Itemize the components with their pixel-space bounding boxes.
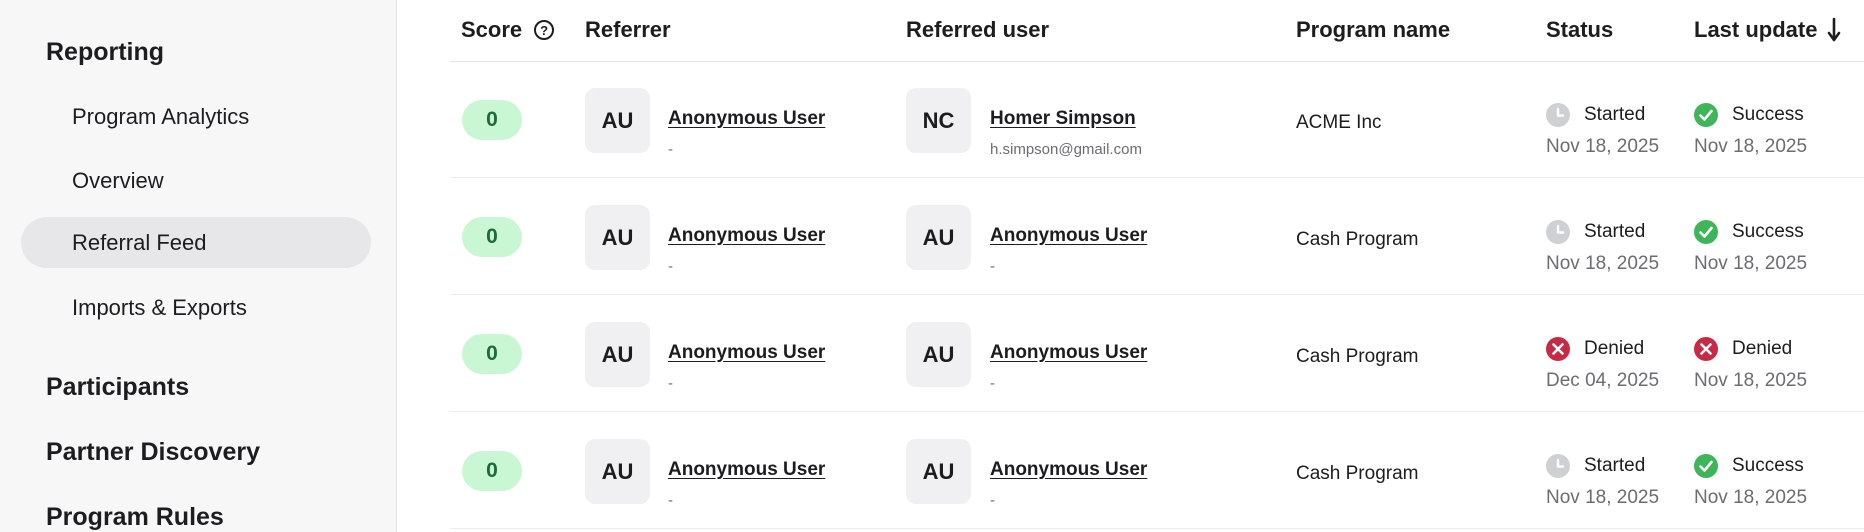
referrer-name-link[interactable]: Anonymous User: [668, 225, 825, 247]
status-label: Started: [1584, 221, 1646, 242]
program-name: Cash Program: [1296, 229, 1419, 250]
score-badge: 0: [462, 334, 522, 374]
referrer-email: -: [668, 375, 673, 392]
header-last-update-label: Last update: [1694, 17, 1818, 42]
referrer-name-link[interactable]: Anonymous User: [668, 459, 825, 481]
score-badge: 0: [462, 100, 522, 140]
header-score[interactable]: Score ?: [461, 14, 555, 46]
last-update-label: Success: [1732, 221, 1804, 242]
status-date: Nov 18, 2025: [1546, 136, 1660, 157]
sidebar: Reporting Program Analytics Overview Ref…: [0, 0, 397, 532]
x-icon: [1694, 337, 1718, 361]
header-referrer[interactable]: Referrer: [585, 14, 671, 46]
referred-name-link[interactable]: Homer Simpson: [990, 108, 1136, 130]
sidebar-item-program-analytics[interactable]: Program Analytics: [21, 91, 371, 142]
check-icon: [1694, 220, 1718, 244]
program-name: Cash Program: [1296, 463, 1419, 484]
program-name: ACME Inc: [1296, 112, 1382, 133]
header-score-label: Score: [461, 17, 523, 42]
program-name: Cash Program: [1296, 346, 1419, 367]
last-update-date: Nov 18, 2025: [1694, 370, 1808, 391]
last-update-label: Success: [1732, 455, 1804, 476]
referrer-avatar[interactable]: AU: [585, 205, 650, 270]
last-update-label: Denied: [1732, 338, 1793, 359]
referrer-name-link[interactable]: Anonymous User: [668, 108, 825, 130]
header-program-name[interactable]: Program name: [1296, 14, 1450, 46]
referred-avatar[interactable]: AU: [906, 205, 971, 270]
referrer-email: -: [668, 258, 673, 275]
table-row[interactable]: 0 AU Anonymous User - AU Anonymous User …: [450, 179, 1864, 295]
referred-avatar[interactable]: AU: [906, 322, 971, 387]
referred-name-link[interactable]: Anonymous User: [990, 225, 1147, 247]
status-label: Started: [1584, 104, 1646, 125]
header-referred-user[interactable]: Referred user: [906, 14, 1049, 46]
status-date: Nov 18, 2025: [1546, 253, 1660, 274]
referred-email: -: [990, 258, 995, 275]
referred-name-link[interactable]: Anonymous User: [990, 342, 1147, 364]
referred-email: h.simpson@gmail.com: [990, 141, 1142, 158]
last-update-date: Nov 18, 2025: [1694, 253, 1808, 274]
score-badge: 0: [462, 451, 522, 491]
referrer-avatar[interactable]: AU: [585, 88, 650, 153]
referred-name-link[interactable]: Anonymous User: [990, 459, 1147, 481]
referrer-avatar[interactable]: AU: [585, 439, 650, 504]
referred-email: -: [990, 375, 995, 392]
referrer-email: -: [668, 141, 673, 158]
x-icon: [1546, 337, 1570, 361]
header-status[interactable]: Status: [1546, 14, 1613, 46]
check-icon: [1694, 454, 1718, 478]
sidebar-item-imports-exports[interactable]: Imports & Exports: [21, 282, 371, 333]
table-row[interactable]: 0 AU Anonymous User - AU Anonymous User …: [450, 296, 1864, 412]
status-date: Dec 04, 2025: [1546, 370, 1660, 391]
sidebar-section-participants[interactable]: Participants: [46, 373, 189, 402]
referrer-name-link[interactable]: Anonymous User: [668, 342, 825, 364]
help-icon[interactable]: ?: [534, 20, 555, 40]
table-row[interactable]: 0 AU Anonymous User - AU Anonymous User …: [450, 413, 1864, 529]
last-update-label: Success: [1732, 104, 1804, 125]
score-badge: 0: [462, 217, 522, 257]
last-update-date: Nov 18, 2025: [1694, 487, 1808, 508]
last-update-date: Nov 18, 2025: [1694, 136, 1808, 157]
sidebar-item-referral-feed[interactable]: Referral Feed: [21, 217, 371, 268]
status-label: Started: [1584, 455, 1646, 476]
header-last-update[interactable]: Last update: [1694, 14, 1841, 46]
referral-feed-table: Score ? Referrer Referred user Program n…: [450, 0, 1864, 532]
sidebar-item-overview[interactable]: Overview: [21, 155, 371, 206]
status-date: Nov 18, 2025: [1546, 487, 1660, 508]
referred-avatar[interactable]: AU: [906, 439, 971, 504]
referrer-avatar[interactable]: AU: [585, 322, 650, 387]
clock-icon: [1546, 103, 1570, 127]
sidebar-section-reporting[interactable]: Reporting: [46, 38, 164, 67]
sidebar-section-partner-discovery[interactable]: Partner Discovery: [46, 438, 260, 467]
clock-icon: [1546, 454, 1570, 478]
sort-descending-icon[interactable]: [1827, 17, 1841, 43]
check-icon: [1694, 103, 1718, 127]
status-label: Denied: [1584, 338, 1645, 359]
referred-avatar[interactable]: NC: [906, 88, 971, 153]
sidebar-section-program-rules[interactable]: Program Rules: [46, 503, 224, 532]
referred-email: -: [990, 492, 995, 509]
table-row[interactable]: 0 AU Anonymous User - NC Homer Simpson h…: [450, 62, 1864, 178]
referrer-email: -: [668, 492, 673, 509]
clock-icon: [1546, 220, 1570, 244]
